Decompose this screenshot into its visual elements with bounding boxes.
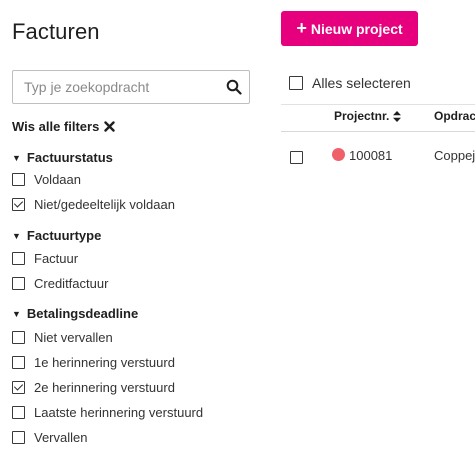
filter-option-label: Niet vervallen [34,330,113,345]
column-header-label: Opdrac [434,109,475,123]
checkbox[interactable] [12,406,25,419]
sort-icon [393,110,402,122]
table-row[interactable]: 100081 Coppej [281,132,475,178]
column-header-opdrachtgever[interactable]: Opdrac [434,109,475,123]
select-all-checkbox[interactable] [289,76,303,90]
page-title: Facturen [12,19,100,44]
caret-down-icon: ▼ [12,308,21,319]
search-input[interactable] [13,71,223,103]
column-header-label: Projectnr. [334,109,390,123]
filter-option-voldaan[interactable]: Voldaan [12,172,81,187]
filter-option-label: Creditfactuur [34,276,109,291]
checkbox[interactable] [12,277,25,290]
checkbox[interactable] [12,252,25,265]
cell-client: Coppej [434,148,475,163]
caret-down-icon: ▼ [12,230,21,241]
checkbox[interactable] [12,198,25,211]
status-dot [332,148,345,161]
filter-option-2e-herinnering[interactable]: 2e herinnering verstuurd [12,380,175,395]
filter-option-factuur[interactable]: Factuur [12,251,78,266]
cell-projectnr: 100081 [349,148,393,163]
filter-option-label: Factuur [34,251,79,266]
filter-option-label: 1e herinnering verstuurd [34,355,175,370]
filter-option-label: Vervallen [34,430,88,445]
filter-group-title: Factuurstatus [26,150,113,165]
filter-option-laatste-herinnering[interactable]: Laatste herinnering verstuurd [12,405,203,420]
filter-option-creditfactuur[interactable]: Creditfactuur [12,276,108,291]
filter-group-betalingsdeadline[interactable]: ▼ Betalingsdeadline [12,306,138,321]
filter-option-niet-vervallen[interactable]: Niet vervallen [12,330,113,345]
filter-option-label: 2e herinnering verstuurd [34,380,175,395]
filter-option-label: Laatste herinnering verstuurd [34,405,204,420]
plus-icon: + [296,17,307,38]
select-all[interactable]: Alles selecteren [289,75,411,91]
select-all-label: Alles selecteren [312,75,411,91]
search-box [12,70,250,104]
new-project-label: Nieuw project [310,20,403,37]
filter-group-title: Factuurtype [26,228,102,243]
new-project-button[interactable]: + Nieuw project [281,11,418,46]
clear-filters-link[interactable]: Wis alle filters [12,119,116,134]
filter-group-factuurstatus[interactable]: ▼ Factuurstatus [12,150,113,165]
filter-group-factuurtype[interactable]: ▼ Factuurtype [12,228,101,243]
close-icon [104,121,116,132]
filter-option-label: Voldaan [34,172,81,187]
caret-down-icon: ▼ [12,152,21,163]
filter-option-vervallen[interactable]: Vervallen [12,430,87,445]
checkbox[interactable] [12,431,25,444]
clear-filters-label: Wis alle filters [12,119,100,134]
checkbox[interactable] [12,381,25,394]
checkbox[interactable] [12,173,25,186]
row-checkbox[interactable] [290,151,303,164]
column-header-projectnr[interactable]: Projectnr. [334,109,402,123]
filter-option-1e-herinnering[interactable]: 1e herinnering verstuurd [12,355,175,370]
filter-option-niet-gedeeltelijk-voldaan[interactable]: Niet/gedeeltelijk voldaan [12,197,175,212]
divider [281,104,475,105]
search-icon[interactable] [226,79,242,95]
checkbox[interactable] [12,331,25,344]
filter-option-label: Niet/gedeeltelijk voldaan [34,197,175,212]
checkbox[interactable] [12,356,25,369]
filter-group-title: Betalingsdeadline [26,306,139,321]
